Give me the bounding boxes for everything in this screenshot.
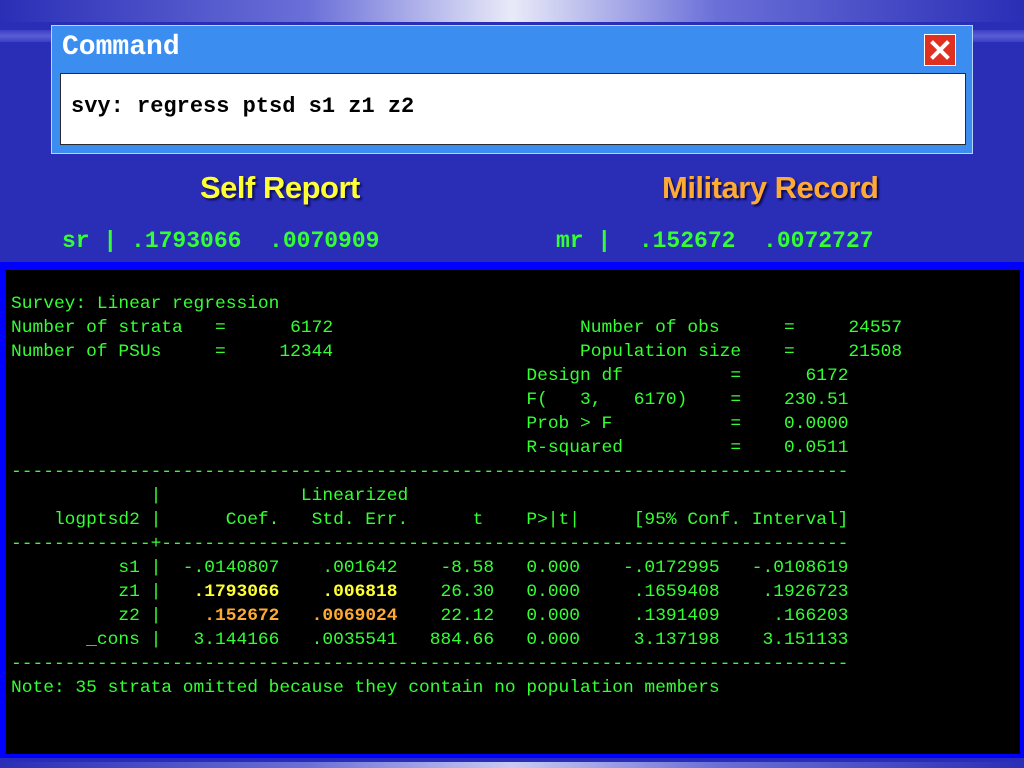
row-rest-z1: 26.30 0.000 .1659408 .1926723 — [397, 582, 849, 602]
results-title: Survey: Linear regression — [11, 294, 280, 314]
military-record-label: Military Record — [662, 170, 879, 205]
table-header-row-1: | Linearized — [11, 486, 409, 506]
r-squared-line: R-squared = 0.0511 — [526, 438, 849, 458]
row-label-z2: z2 | — [11, 606, 205, 626]
table-separator-bottom: ----------------------------------------… — [11, 654, 849, 674]
results-note: Note: 35 strata omitted because they con… — [11, 678, 720, 698]
table-row-s1: s1 | -.0140807 .001642 -8.58 0.000 -.017… — [11, 558, 849, 578]
f-stat-line: F( 3, 6170) = 230.51 — [526, 390, 849, 410]
z2-se-highlight: .0069024 — [311, 606, 398, 626]
z2-coef-highlight: .152672 — [204, 606, 280, 626]
command-input[interactable]: svy: regress ptsd s1 z1 z2 — [60, 73, 966, 145]
design-df-line: Design df = 6172 — [526, 366, 849, 386]
table-row-cons: _cons | 3.144166 .0035541 884.66 0.000 3… — [11, 630, 849, 650]
row-label-z1: z1 | — [11, 582, 194, 602]
close-icon — [930, 40, 950, 60]
command-window-title: Command — [62, 32, 180, 63]
z1-coef-highlight: .1793066 — [193, 582, 280, 602]
top-decoration — [0, 0, 1024, 22]
table-header-row-2: logptsd2 | Coef. Std. Err. t P>|t| [95% … — [11, 510, 849, 530]
self-report-summary: sr | .1793066 .0070909 — [62, 228, 380, 254]
self-report-label: Self Report — [200, 170, 360, 205]
row-rest-z2: 22.12 0.000 .1391409 .166203 — [397, 606, 849, 626]
obs-line: Number of obs = 24557 — [580, 318, 903, 338]
bottom-decoration — [0, 762, 1024, 768]
military-record-summary: mr | .152672 .0072727 — [556, 228, 874, 254]
strata-line: Number of strata = 6172 — [11, 318, 334, 338]
psu-line: Number of PSUs = 12344 — [11, 342, 334, 362]
prob-f-line: Prob > F = 0.0000 — [526, 414, 849, 434]
table-row-z2: z2 | .152672 .0069024 22.12 0.000 .13914… — [11, 606, 848, 626]
table-row-z1: z1 | .1793066 .006818 26.30 0.000 .16594… — [11, 582, 848, 602]
results-output: Survey: Linear regression Number of stra… — [11, 292, 902, 700]
right-decoration — [964, 30, 1024, 42]
table-separator-mid: -------------+--------------------------… — [11, 534, 849, 554]
popsize-line: Population size = 21508 — [580, 342, 903, 362]
z1-se-highlight: .006818 — [322, 582, 398, 602]
table-separator-top: ----------------------------------------… — [11, 462, 849, 482]
close-button[interactable] — [924, 34, 956, 66]
command-window: Command svy: regress ptsd s1 z1 z2 — [51, 25, 973, 154]
